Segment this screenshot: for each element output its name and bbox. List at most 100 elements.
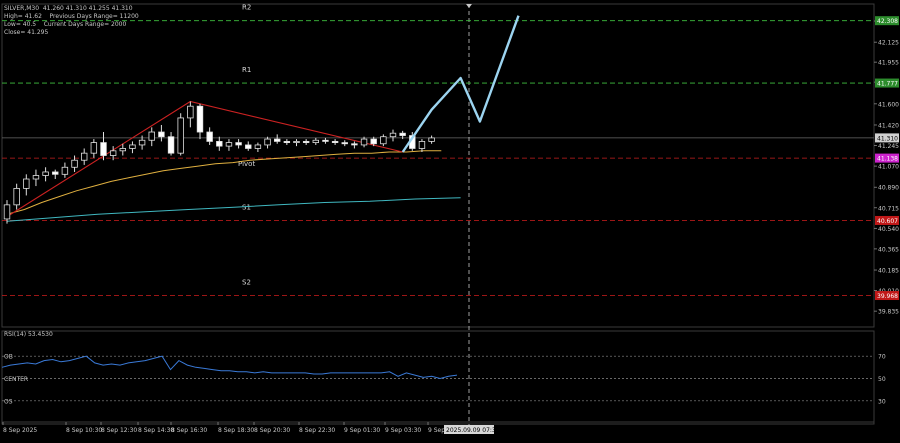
candle-body-18 [177, 117, 184, 154]
time-tick-label-0: 8 Sep 2025 [3, 427, 37, 434]
time-tick-label-3: 8 Sep 14:30 [138, 427, 174, 434]
candle-body-35 [341, 142, 348, 145]
candle-body-25 [245, 144, 252, 149]
candle-body-24 [235, 142, 242, 146]
zigzag-line [6, 100, 403, 218]
level-tag-4: 39.968 [877, 293, 898, 300]
rsi-panel: OB CENTER OS 70 50 30 [1, 354, 886, 405]
info-high: High= 41.62 Previous Days Range= 11200 [4, 13, 139, 20]
time-tick-label-4: 8 Sep 16:30 [171, 427, 207, 434]
price-tick-label-2: 41.955 [878, 60, 899, 67]
candle-body-40 [389, 132, 397, 138]
candle-body-30 [293, 141, 300, 143]
candle-body-0 [3, 204, 11, 220]
candle-body-31 [302, 141, 310, 143]
candle-body-34 [331, 141, 339, 143]
price-tick-label-6: 41.245 [878, 143, 899, 150]
candle-body-16 [158, 131, 165, 138]
price-chart-svg[interactable]: R2R1PivotS1S2 42.30542.12541.95541.78541… [0, 0, 900, 439]
candle-body-41 [399, 132, 406, 136]
candle-body-38 [370, 138, 377, 145]
price-tick-label-11: 40.365 [878, 246, 899, 253]
candle-body-37 [360, 138, 368, 146]
candle-body-22 [216, 141, 223, 147]
time-tick-label-1: 8 Sep 10:30 [66, 427, 102, 434]
rsi-line [1, 355, 458, 380]
price-tick-label-9: 40.715 [878, 205, 899, 212]
candle-body-19 [187, 105, 194, 119]
level-label-3: S1 [242, 203, 251, 211]
info-close: Close= 41.295 [4, 29, 49, 36]
candle-body-1 [13, 188, 20, 206]
level-label-4: S2 [242, 279, 251, 287]
candle-body-43 [418, 141, 426, 149]
candle-body-15 [148, 131, 155, 141]
main-panel-border [1, 3, 875, 328]
time-tick-label-6: 8 Sep 20:30 [254, 427, 290, 434]
ma-slow-line [6, 197, 461, 222]
price-tick-label-14: 39.835 [878, 309, 899, 316]
rsi-level-label-2: OS [4, 398, 13, 405]
level-tag-0: 42.308 [877, 18, 898, 25]
candle-body-39 [380, 136, 387, 145]
rsi-title: RSI(14) 53.4530 [4, 331, 53, 338]
level-tag-1: 41.777 [877, 81, 898, 88]
candle-body-29 [283, 141, 291, 143]
candle-body-21 [206, 131, 213, 142]
time-marker-icon [466, 4, 472, 8]
time-tick-label-9: 9 Sep 03:30 [385, 427, 421, 434]
price-tick-label-7: 41.070 [878, 164, 899, 171]
candle-body-2 [23, 178, 30, 189]
candle-body-28 [273, 138, 281, 142]
candle-body-5 [52, 171, 59, 175]
candle-body-3 [32, 175, 40, 180]
price-tick-label-5: 41.420 [878, 122, 899, 129]
candle-body-36 [351, 143, 358, 146]
price-tick-label-8: 40.890 [878, 185, 899, 192]
level-tag-3: 40.607 [877, 218, 898, 225]
chart-stage[interactable]: R2R1PivotS1S2 42.30542.12541.95541.78541… [0, 0, 900, 439]
candle-body-14 [138, 139, 146, 146]
price-tick-label-10: 40.540 [878, 226, 899, 233]
candle-body-33 [322, 139, 329, 142]
symbol-info: SILVER,M30 41.260 41.310 41.255 41.310 H… [4, 5, 139, 37]
rsi-tick-label-0: 70 [878, 354, 886, 361]
level-label-1: R1 [242, 66, 251, 74]
candlesticks [3, 101, 435, 224]
time-tick-label-5: 8 Sep 18:30 [218, 427, 254, 434]
candle-body-8 [81, 152, 88, 161]
rsi-level-label-0: OB [4, 354, 13, 361]
projection-path [401, 15, 520, 153]
rsi-level-label-1: CENTER [4, 376, 28, 383]
candle-body-27 [264, 138, 271, 146]
current-price-tag: 41.310 [877, 135, 898, 142]
candle-body-7 [71, 159, 78, 168]
price-tick-label-1: 42.125 [878, 40, 899, 47]
rsi-tick-label-2: 30 [878, 398, 886, 405]
candle-body-10 [100, 142, 107, 156]
level-label-0: R2 [242, 4, 251, 12]
time-tick-label-7: 8 Sep 22:30 [299, 427, 335, 434]
candle-body-44 [428, 137, 435, 142]
candle-body-11 [109, 150, 117, 156]
symbol-line: SILVER,M30 41.260 41.310 41.255 41.310 [4, 5, 133, 12]
price-tick-label-12: 40.185 [878, 268, 899, 275]
candle-body-20 [196, 105, 204, 133]
candle-body-23 [225, 142, 233, 147]
info-low: Low= 40.5 Current Days Range= 2000 [4, 21, 127, 28]
level-tag-2: 41.138 [877, 156, 898, 163]
candle-body-4 [42, 171, 49, 176]
time-tick-label-10: 9 Sep [428, 427, 445, 434]
candle-body-12 [119, 148, 126, 152]
candle-body-13 [129, 144, 136, 149]
price-axis[interactable]: 42.30542.12541.95541.78541.60041.42041.2… [874, 16, 899, 316]
candle-body-17 [167, 136, 175, 154]
price-tick-label-4: 41.600 [878, 101, 899, 108]
chart-frame [1, 3, 875, 428]
candle-body-32 [312, 139, 319, 143]
time-tick-label-8: 9 Sep 01:30 [344, 427, 380, 434]
candle-body-6 [61, 166, 69, 175]
current-time-tag: 2025.09.09 07:30 [446, 427, 500, 434]
candle-body-26 [254, 144, 262, 149]
candle-body-9 [90, 142, 98, 154]
